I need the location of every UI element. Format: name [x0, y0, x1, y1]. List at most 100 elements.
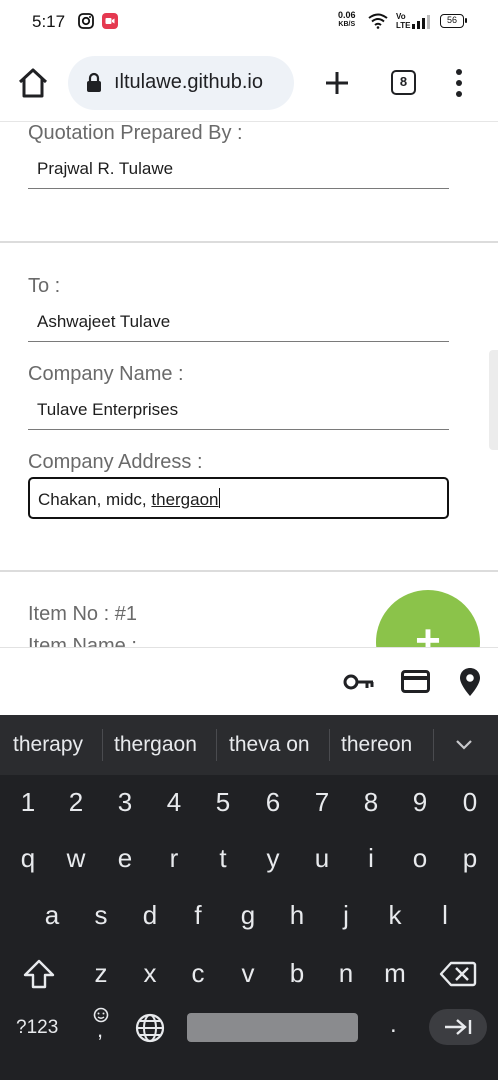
network-speed-unit: KB/S: [338, 21, 356, 28]
key-7[interactable]: 7: [300, 787, 344, 818]
suggestion-divider: [102, 729, 103, 761]
key-o[interactable]: o: [398, 843, 442, 874]
credit-card-icon[interactable]: [401, 670, 430, 693]
shift-icon[interactable]: [22, 958, 56, 990]
item-name-label: Item Name :: [28, 635, 137, 647]
company-name-field[interactable]: Tulave Enterprises: [28, 390, 449, 430]
company-name-label: Company Name :: [28, 363, 184, 385]
period-key[interactable]: .: [390, 1011, 397, 1039]
add-item-button[interactable]: +: [376, 590, 480, 647]
plus-icon: +: [415, 616, 441, 647]
section-divider: [0, 570, 498, 572]
suggestion-item[interactable]: therapy: [13, 733, 83, 757]
key-3[interactable]: 3: [103, 787, 147, 818]
network-speed-value: 0.06: [338, 10, 356, 20]
company-address-label: Company Address :: [28, 451, 203, 473]
key-u[interactable]: u: [300, 843, 344, 874]
key-v[interactable]: v: [226, 958, 270, 989]
page-content: Quotation Prepared By : Prajwal R. Tulaw…: [0, 123, 498, 647]
tab-next-icon: [445, 1019, 472, 1035]
status-time: 5:17: [32, 12, 66, 31]
location-pin-icon[interactable]: [459, 667, 481, 697]
suggestion-item[interactable]: theva on: [229, 733, 310, 757]
more-options-icon[interactable]: [448, 66, 470, 100]
comma-key-label: ,: [97, 1017, 104, 1042]
company-address-prefix: Chakan, midc,: [38, 490, 152, 509]
key-8[interactable]: 8: [349, 787, 393, 818]
key-4[interactable]: 4: [152, 787, 196, 818]
new-tab-icon[interactable]: [320, 66, 354, 100]
address-bar[interactable]: ıltulawe.github.io: [68, 56, 294, 110]
key-1[interactable]: 1: [6, 787, 50, 818]
key-c[interactable]: c: [176, 958, 220, 989]
wifi-icon: [368, 13, 388, 29]
symbols-key[interactable]: ?123: [16, 1017, 58, 1039]
item-no-label: Item No : #1: [28, 603, 137, 625]
scrollbar[interactable]: [489, 350, 498, 450]
key-n[interactable]: n: [324, 958, 368, 989]
key-w[interactable]: w: [54, 843, 98, 874]
key-h[interactable]: h: [275, 900, 319, 931]
keyboard: therapy thergaon theva on thereon 1 2 3 …: [0, 715, 498, 1080]
signal-icon: [412, 15, 430, 29]
key-m[interactable]: m: [373, 958, 417, 989]
emoji-comma-key[interactable]: ,: [90, 1007, 114, 1043]
prepared-by-label: Quotation Prepared By :: [28, 123, 243, 144]
key-r[interactable]: r: [152, 843, 196, 874]
key-6[interactable]: 6: [251, 787, 295, 818]
key-i[interactable]: i: [349, 843, 393, 874]
key-b[interactable]: b: [275, 958, 319, 989]
lock-icon: [87, 72, 101, 92]
globe-icon[interactable]: [134, 1012, 166, 1044]
to-label: To :: [28, 275, 61, 297]
volte-bottom: LTE: [396, 21, 411, 30]
space-key[interactable]: [187, 1013, 358, 1042]
status-bar: 5:17 0.06 KB/S Vo LTE 56: [0, 0, 498, 44]
chevron-down-icon[interactable]: [455, 739, 473, 751]
suggestion-item[interactable]: thereon: [341, 733, 412, 757]
url-text: ıltulawe.github.io: [114, 71, 263, 93]
key-k[interactable]: k: [373, 900, 417, 931]
autofill-bar: [0, 647, 498, 715]
home-icon[interactable]: [14, 64, 52, 102]
key-j[interactable]: j: [324, 900, 368, 931]
company-address-composing: thergaon: [151, 490, 219, 509]
key-9[interactable]: 9: [398, 787, 442, 818]
key-a[interactable]: a: [30, 900, 74, 931]
key-g[interactable]: g: [226, 900, 270, 931]
instagram-icon: [78, 13, 94, 29]
to-field[interactable]: Ashwajeet Tulave: [28, 302, 449, 342]
key-2[interactable]: 2: [54, 787, 98, 818]
key-l[interactable]: l: [423, 900, 467, 931]
prepared-by-field[interactable]: Prajwal R. Tulawe: [28, 149, 449, 189]
key-0[interactable]: 0: [448, 787, 492, 818]
text-caret: [218, 488, 221, 508]
company-address-field[interactable]: Chakan, midc, thergaon: [28, 477, 449, 519]
key-p[interactable]: p: [448, 843, 492, 874]
key-s[interactable]: s: [79, 900, 123, 931]
tab-switcher-button[interactable]: 8: [391, 70, 416, 95]
suggestion-divider: [433, 729, 434, 761]
key-5[interactable]: 5: [201, 787, 245, 818]
backspace-icon[interactable]: [439, 960, 477, 988]
enter-key[interactable]: [429, 1009, 487, 1045]
key-x[interactable]: x: [128, 958, 172, 989]
key-q[interactable]: q: [6, 843, 50, 874]
network-speed: 0.06 KB/S: [338, 11, 356, 29]
key-z[interactable]: z: [79, 958, 123, 989]
key-y[interactable]: y: [251, 843, 295, 874]
key-f[interactable]: f: [176, 900, 220, 931]
key-t[interactable]: t: [201, 843, 245, 874]
battery-icon: 56: [440, 14, 467, 28]
suggestion-divider: [216, 729, 217, 761]
to-value: Ashwajeet Tulave: [37, 312, 171, 331]
company-name-value: Tulave Enterprises: [37, 400, 179, 419]
suggestion-divider: [329, 729, 330, 761]
key-icon[interactable]: [343, 672, 375, 692]
volte-top: Vo: [396, 12, 406, 21]
key-e[interactable]: e: [103, 843, 147, 874]
suggestion-item[interactable]: thergaon: [114, 733, 197, 757]
company-address-value: Chakan, midc, thergaon: [38, 488, 221, 510]
key-d[interactable]: d: [128, 900, 172, 931]
browser-toolbar: ıltulawe.github.io 8: [0, 44, 498, 122]
